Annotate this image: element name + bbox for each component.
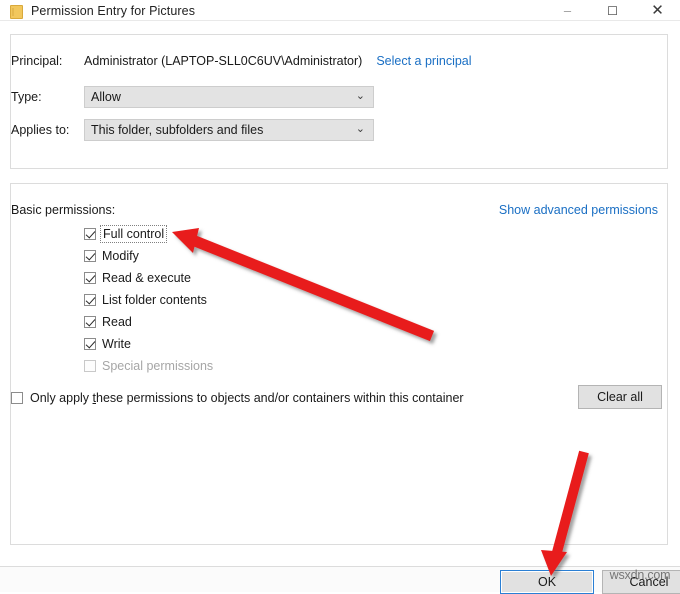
- basic-permissions-heading: Basic permissions:: [11, 203, 116, 217]
- applies-to-dropdown-value: This folder, subfolders and files: [91, 123, 264, 137]
- principal-value: Administrator (LAPTOP-SLL0C6UV\Administr…: [84, 54, 363, 68]
- type-dropdown-value: Allow: [91, 90, 121, 104]
- only-apply-row[interactable]: Only apply these permissions to objects …: [11, 391, 464, 405]
- ok-button[interactable]: OK: [500, 570, 594, 594]
- basic-permissions-list: Full control Modify Read & execute List fol…: [84, 223, 213, 377]
- maximize-icon[interactable]: ☐: [590, 0, 635, 21]
- dialog-footer: OK Cancel: [0, 566, 680, 594]
- show-advanced-permissions-link[interactable]: Show advanced permissions: [499, 203, 658, 217]
- permission-label: Modify: [102, 249, 139, 263]
- principal-row: Principal: Administrator (LAPTOP-SLL0C6U…: [11, 54, 472, 68]
- permission-checkbox[interactable]: [84, 338, 96, 350]
- applies-to-dropdown[interactable]: This folder, subfolders and files ⌄: [84, 119, 374, 141]
- permission-row[interactable]: Write: [84, 333, 213, 355]
- title-bar: Permission Entry for Pictures – ☐ ✕: [0, 0, 680, 21]
- minimize-icon[interactable]: –: [545, 0, 590, 21]
- dialog-body: Principal: Administrator (LAPTOP-SLL0C6U…: [0, 21, 680, 566]
- window-controls: – ☐ ✕: [545, 0, 680, 21]
- permission-checkbox: [84, 360, 96, 372]
- watermark: wsxdn.com: [609, 568, 671, 582]
- permission-label: Full control: [99, 225, 168, 243]
- chevron-down-icon: ⌄: [355, 123, 365, 135]
- permission-label: List folder contents: [102, 293, 207, 307]
- chevron-down-icon: ⌄: [355, 90, 365, 102]
- permission-label: Read: [102, 315, 132, 329]
- clear-all-button[interactable]: Clear all: [578, 385, 662, 409]
- permission-checkbox[interactable]: [84, 272, 96, 284]
- only-apply-checkbox[interactable]: [11, 392, 23, 404]
- type-row: Type: Allow ⌄: [11, 86, 374, 108]
- folder-icon: [9, 4, 23, 19]
- permission-row: Special permissions: [84, 355, 213, 377]
- permission-checkbox[interactable]: [84, 294, 96, 306]
- permission-row[interactable]: Read & execute: [84, 267, 213, 289]
- principal-label: Principal:: [11, 54, 63, 68]
- permission-row[interactable]: Modify: [84, 245, 213, 267]
- close-icon[interactable]: ✕: [635, 0, 680, 21]
- type-dropdown[interactable]: Allow ⌄: [84, 86, 374, 108]
- permission-row[interactable]: Read: [84, 311, 213, 333]
- window-title: Permission Entry for Pictures: [31, 3, 196, 18]
- permission-label: Read & execute: [102, 271, 191, 285]
- permission-checkbox[interactable]: [84, 250, 96, 262]
- only-apply-label: Only apply these permissions to objects …: [30, 391, 464, 405]
- permission-checkbox[interactable]: [84, 228, 96, 240]
- type-label: Type:: [11, 90, 42, 104]
- applies-to-label: Applies to:: [11, 123, 70, 137]
- permission-checkbox[interactable]: [84, 316, 96, 328]
- select-a-principal-link[interactable]: Select a principal: [376, 54, 471, 68]
- permission-row[interactable]: List folder contents: [84, 289, 213, 311]
- permission-label: Write: [102, 337, 131, 351]
- applies-to-row: Applies to: This folder, subfolders and …: [11, 119, 374, 141]
- permission-label: Special permissions: [102, 359, 214, 373]
- permission-row[interactable]: Full control: [84, 223, 213, 245]
